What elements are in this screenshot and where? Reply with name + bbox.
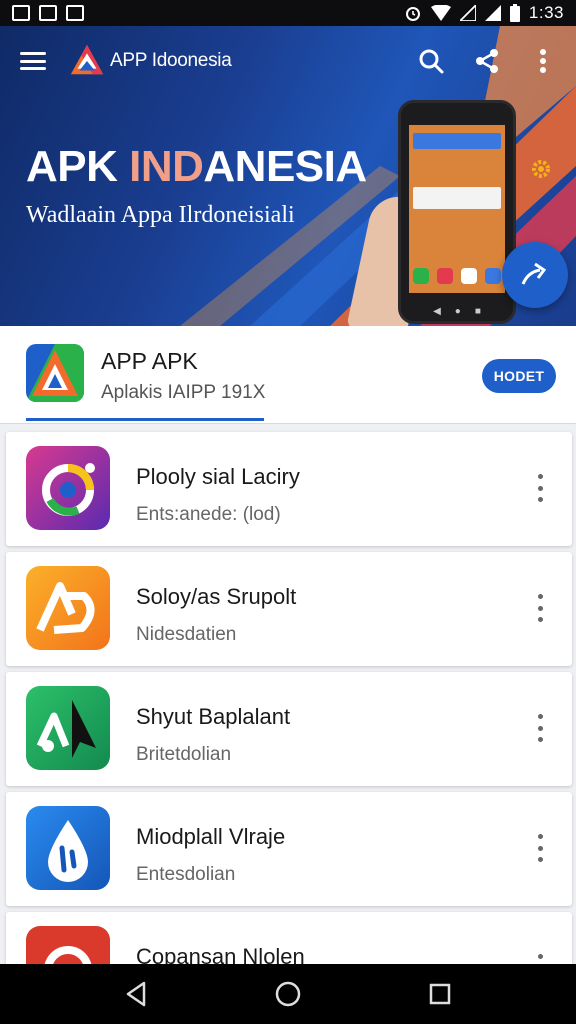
hero-title-part2: ANESIA <box>203 142 367 191</box>
hero-title-part1: APK <box>26 142 130 191</box>
app-toolbar: APP Idoonesia <box>0 26 576 96</box>
phone-dock <box>409 259 505 293</box>
list-item[interactable]: Shyut Baplalant Britetdolian <box>6 672 572 786</box>
swirl-icon <box>26 446 110 530</box>
gallery-icon <box>12 5 30 21</box>
phone-illustration: ◀●■ <box>398 100 516 324</box>
list-item[interactable]: Plooly sial Laciry Ents:anede: (lod) <box>6 432 572 546</box>
droplet-icon <box>26 806 110 890</box>
list-item-subtitle: Entesdolian <box>136 864 236 885</box>
more-vertical-icon[interactable] <box>528 590 552 626</box>
check-icon <box>66 5 84 21</box>
search-icon[interactable] <box>416 46 446 76</box>
hero-banner: APP Idoonesia APK INDANESIA Wadlaain App… <box>0 26 576 326</box>
app-logo-icon <box>70 44 104 75</box>
hero-title-accent: IND <box>129 142 204 191</box>
summary-app-subtitle: Aplakis IAIPP 191X <box>101 382 266 403</box>
list-item[interactable]: Miodplall Vlraje Entesdolian <box>6 792 572 906</box>
status-time: 1:33 <box>528 3 564 22</box>
status-right: 1:33 <box>404 3 564 23</box>
list-item-subtitle: Britetdolian <box>136 744 232 765</box>
list-item-title: Soloy/as Srupolt <box>136 584 297 609</box>
list-item-title: Copansan Nlolen <box>136 944 305 964</box>
arrow-cursor-icon <box>26 686 110 770</box>
ab-icon <box>26 566 110 650</box>
more-vertical-icon[interactable] <box>528 830 552 866</box>
summary-app-name: APP APK <box>101 348 198 374</box>
menu-icon[interactable] <box>18 49 48 73</box>
screen: 1:33 APP Idoonesia APK INDANESIA Wadlaai… <box>0 0 576 1024</box>
more-vertical-icon[interactable] <box>528 950 552 964</box>
list-item[interactable]: Copansan Nlolen <box>6 912 572 964</box>
list-item-title: Shyut Baplalant <box>136 704 291 729</box>
phone-card <box>413 187 501 209</box>
home-icon[interactable] <box>268 974 308 1014</box>
hero-subtitle: Wadlaain Appa Ilrdoneisiali <box>26 202 295 228</box>
app-list: Plooly sial Laciry Ents:anede: (lod) Sol… <box>0 424 576 964</box>
list-item[interactable]: Soloy/as Srupolt Nidesdatien <box>6 552 572 666</box>
list-item-title: Miodplall Vlraje <box>136 824 286 849</box>
more-vertical-icon[interactable] <box>528 470 552 506</box>
phone-search-bar <box>413 133 501 149</box>
status-left <box>12 5 84 21</box>
arrow-icon <box>521 262 547 285</box>
image-icon <box>39 5 57 21</box>
signal-icon <box>484 5 501 21</box>
more-vertical-icon[interactable] <box>528 710 552 746</box>
status-bar: 1:33 <box>0 0 576 26</box>
more-vertical-icon[interactable] <box>528 46 558 76</box>
app-summary-card[interactable]: APP APK Aplakis IAIPP 191X HODET <box>0 326 576 424</box>
phone-nav-illustration: ◀●■ <box>433 306 495 317</box>
alarm-icon <box>405 7 420 21</box>
back-icon[interactable] <box>116 974 156 1014</box>
power-icon <box>26 926 110 964</box>
toolbar-actions <box>416 46 558 76</box>
hero-title: APK INDANESIA <box>26 142 367 192</box>
signal-icon <box>459 5 476 21</box>
system-nav-bar <box>0 964 576 1024</box>
list-item-title: Plooly sial Laciry <box>136 464 300 489</box>
list-item-subtitle: Nidesdatien <box>136 624 237 645</box>
recents-icon[interactable] <box>420 974 460 1014</box>
hodet-button[interactable]: HODET <box>482 359 556 393</box>
phone-screen <box>409 125 505 293</box>
wifi-icon <box>430 5 451 21</box>
gear-icon <box>532 160 550 178</box>
tab-indicator <box>26 418 264 421</box>
app-apk-logo-icon <box>26 344 84 402</box>
list-item-subtitle: Ents:anede: (lod) <box>136 504 281 525</box>
toolbar-title: APP Idoonesia <box>110 50 232 71</box>
battery-icon <box>509 4 520 22</box>
share-icon[interactable] <box>472 46 502 76</box>
fab-share-button[interactable] <box>502 242 568 308</box>
